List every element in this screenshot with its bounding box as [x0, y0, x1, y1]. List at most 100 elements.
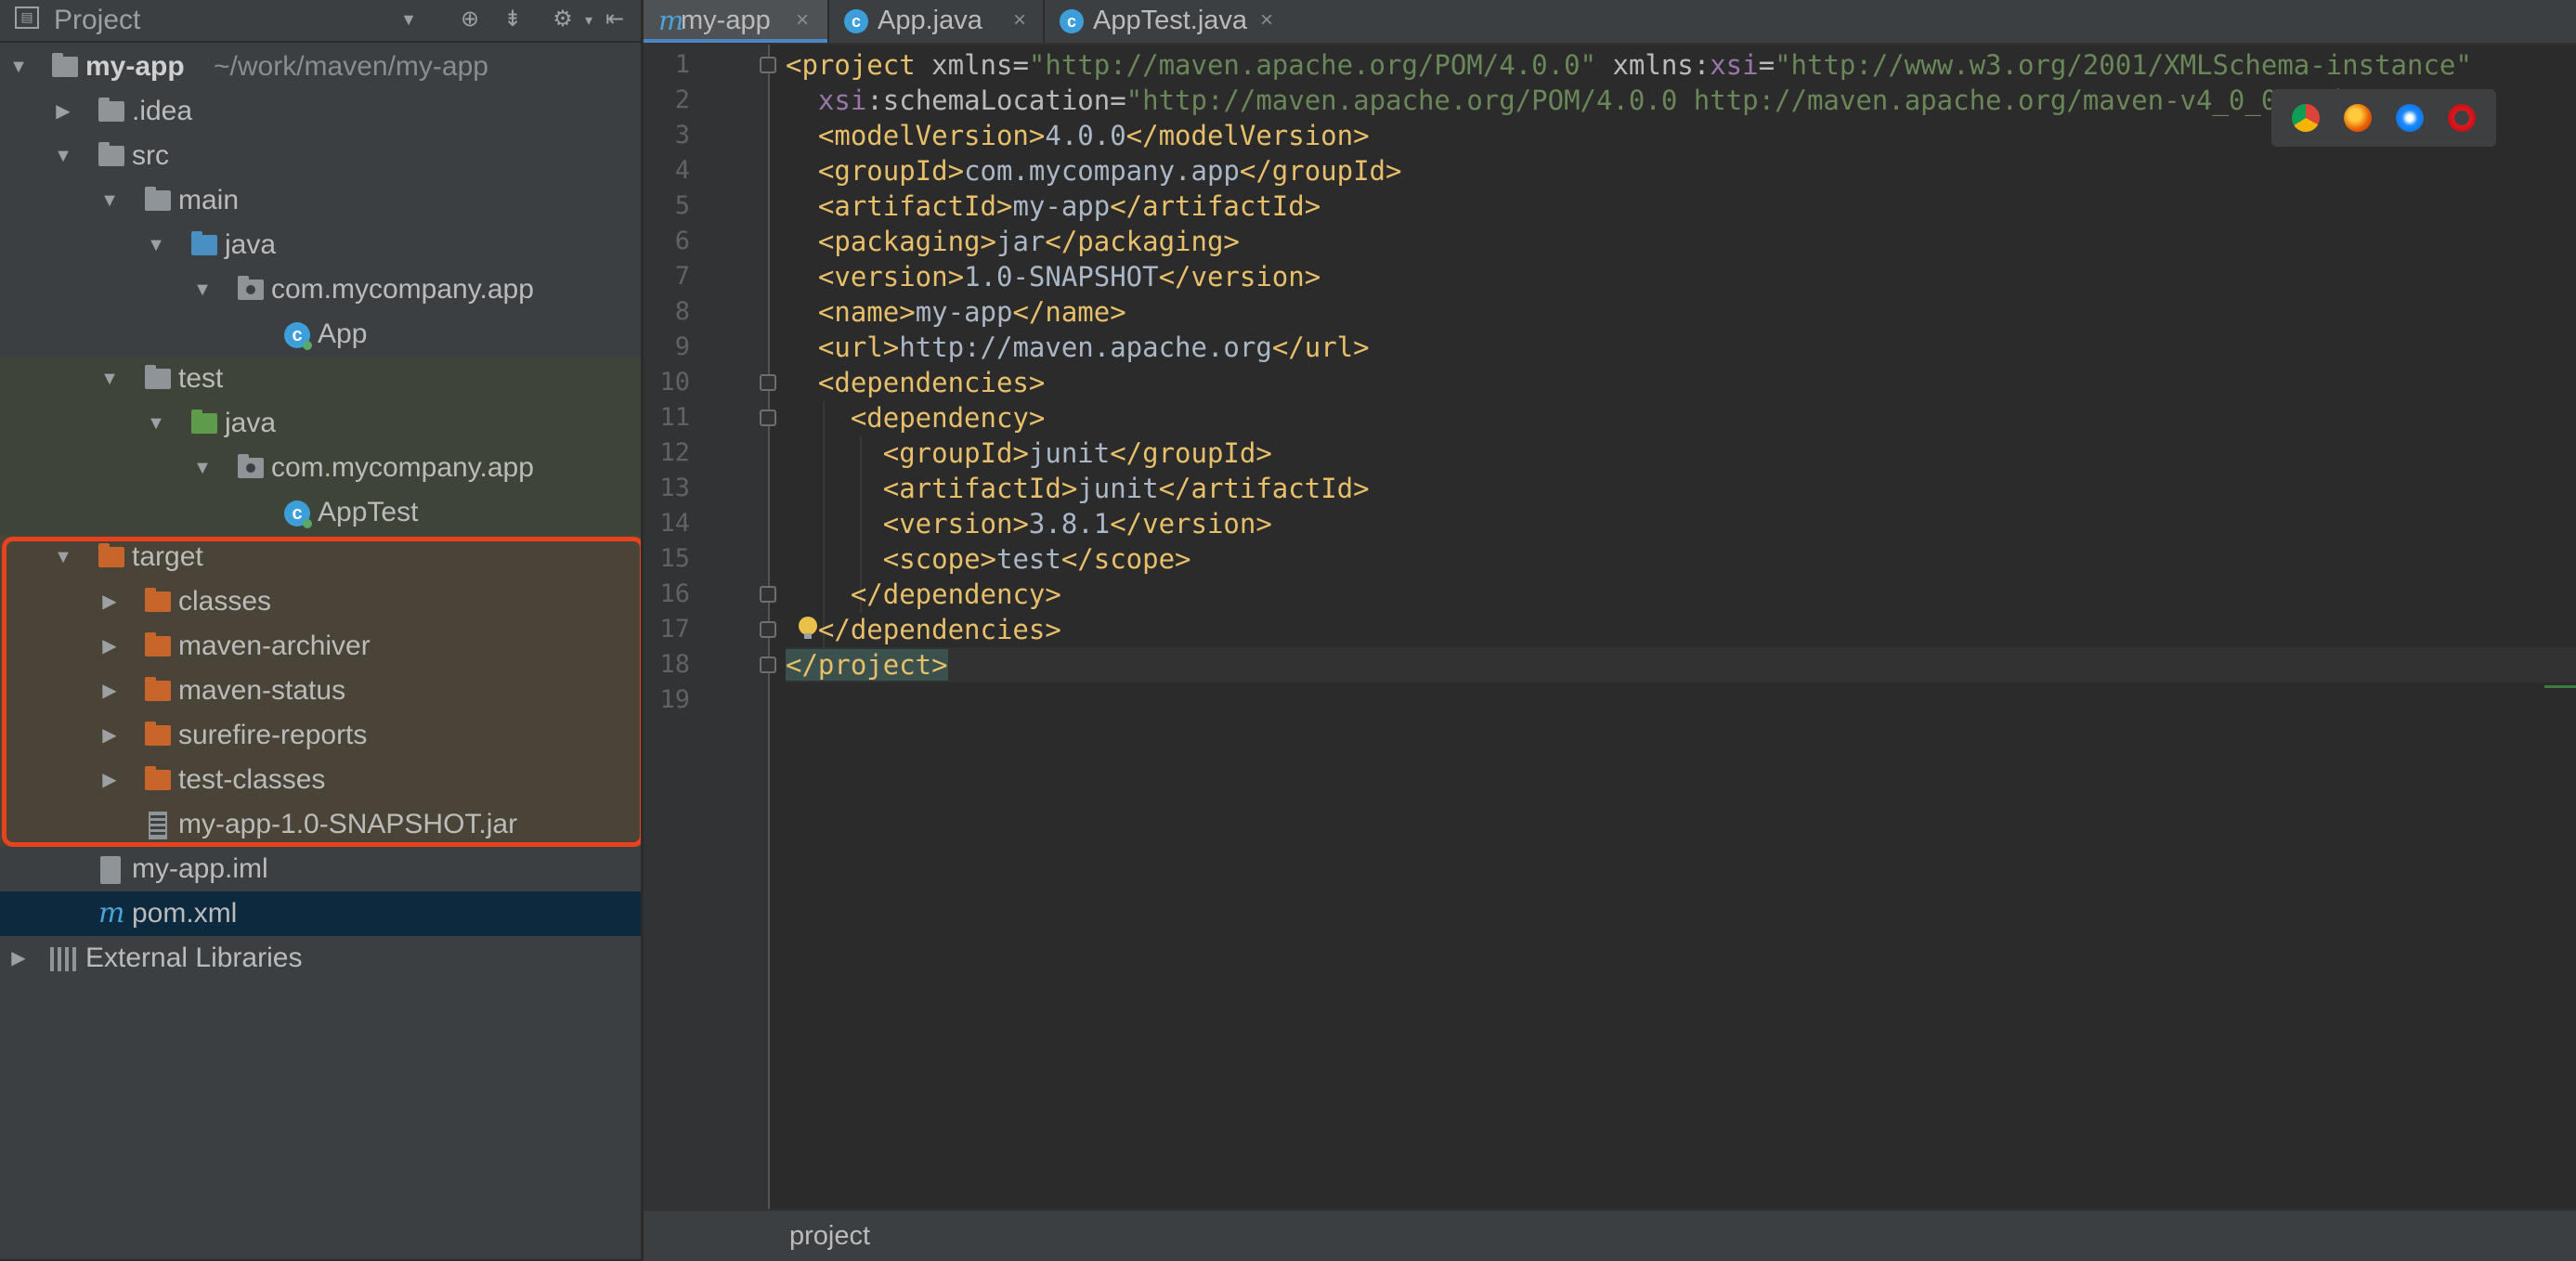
collapsed-arrow-icon[interactable]: ▶	[100, 624, 119, 669]
collapsed-arrow-icon[interactable]: ▶	[54, 89, 72, 134]
code-token: </project>	[786, 649, 948, 681]
code-line-17[interactable]: </dependencies>	[786, 612, 2576, 647]
expanded-arrow-icon[interactable]: ▼	[193, 267, 212, 312]
tab-my-app[interactable]: m my-app ×	[644, 0, 827, 43]
close-icon[interactable]: ×	[1260, 0, 1273, 41]
fold-marker-icon[interactable]	[760, 621, 776, 638]
code-token: </url>	[1271, 332, 1370, 363]
tree-item-app-class[interactable]: c App	[0, 312, 641, 357]
scrollbar-marker[interactable]	[2544, 685, 2576, 688]
lightbulb-icon[interactable]	[799, 617, 817, 639]
tree-item-test-java[interactable]: ▼ java	[0, 401, 641, 446]
code-line-4[interactable]: <groupId>com.mycompany.app</groupId>	[786, 153, 2576, 188]
expanded-arrow-icon[interactable]: ▼	[147, 401, 165, 446]
code-line-10[interactable]: <dependencies>	[786, 365, 2576, 400]
tree-item-label: com.mycompany.app	[271, 274, 534, 305]
code-line-13[interactable]: <artifactId>junit</artifactId>	[786, 471, 2576, 506]
tree-item-main[interactable]: ▼ main	[0, 178, 641, 223]
tree-item-classes[interactable]: ▶ classes	[0, 579, 641, 624]
project-view-title[interactable]: Project	[54, 4, 140, 37]
breadcrumb-item-project[interactable]: project	[789, 1218, 870, 1254]
code-line-5[interactable]: <artifactId>my-app</artifactId>	[786, 188, 2576, 224]
excluded-folder-icon	[145, 632, 171, 656]
code-line-15[interactable]: <scope>test</scope>	[786, 541, 2576, 577]
tree-item-jar[interactable]: my-app-1.0-SNAPSHOT.jar	[0, 802, 641, 847]
code-line-18[interactable]: </project>	[786, 647, 2576, 682]
tree-item-maven-status[interactable]: ▶ maven-status	[0, 669, 641, 713]
tree-item-maven-archiver[interactable]: ▶ maven-archiver	[0, 624, 641, 669]
code-token: xmlns=	[915, 49, 1029, 81]
tree-item-label: my-app-1.0-SNAPSHOT.jar	[178, 809, 518, 839]
fold-marker-icon[interactable]	[760, 374, 776, 391]
collapsed-arrow-icon[interactable]: ▶	[100, 713, 119, 758]
collapsed-arrow-icon[interactable]: ▶	[100, 669, 119, 713]
code-line-8[interactable]: <name>my-app</name>	[786, 294, 2576, 330]
tree-item-label: App	[318, 318, 368, 349]
code-token: </dependencies>	[817, 614, 1061, 645]
tree-item-iml[interactable]: my-app.iml	[0, 847, 641, 891]
collapsed-arrow-icon[interactable]: ▶	[100, 579, 119, 624]
safari-icon[interactable]	[2396, 104, 2424, 132]
package-icon	[238, 454, 264, 478]
expanded-arrow-icon[interactable]: ▼	[147, 223, 165, 267]
hide-icon[interactable]: ⇤	[602, 6, 628, 33]
tree-item-external-libraries[interactable]: ▶ External Libraries	[0, 936, 641, 981]
code-line-16[interactable]: </dependency>	[786, 577, 2576, 612]
expanded-arrow-icon[interactable]: ▼	[100, 178, 119, 223]
tree-item-main-java[interactable]: ▼ java	[0, 223, 641, 267]
tree-item-apptest-class[interactable]: c AppTest	[0, 490, 641, 535]
code-line-12[interactable]: <groupId>junit</groupId>	[786, 436, 2576, 471]
breadcrumb: project	[644, 1209, 2576, 1261]
tree-item-pom[interactable]: m pom.xml	[0, 891, 641, 936]
folder-icon	[98, 98, 124, 122]
close-icon[interactable]: ×	[796, 0, 809, 41]
tree-item-surefire-reports[interactable]: ▶ surefire-reports	[0, 713, 641, 758]
tree-item-test[interactable]: ▼ test	[0, 357, 641, 401]
code-token: junit	[1077, 473, 1159, 504]
tree-item-label: pom.xml	[132, 898, 238, 929]
code-token: <dependency>	[850, 402, 1046, 434]
collapsed-arrow-icon[interactable]: ▶	[9, 936, 28, 981]
tree-item-test-package[interactable]: ▼ com.mycompany.app	[0, 446, 641, 490]
code-line-7[interactable]: <version>1.0-SNAPSHOT</version>	[786, 259, 2576, 294]
tab-app-java[interactable]: c App.java ×	[829, 0, 1043, 43]
fold-marker-icon[interactable]	[760, 586, 776, 603]
tree-item-test-classes[interactable]: ▶ test-classes	[0, 758, 641, 802]
chrome-icon[interactable]	[2292, 104, 2320, 132]
close-icon[interactable]: ×	[1013, 0, 1026, 41]
tree-item-target[interactable]: ▼ target	[0, 535, 641, 579]
project-tool-window: ▤ Project ▼ ⊕ ⇟ ⚙ ▾ ⇤ ▼ my-app ~/work/ma…	[0, 0, 641, 1259]
collapsed-arrow-icon[interactable]: ▶	[100, 758, 119, 802]
code-line-14[interactable]: <version>3.8.1</version>	[786, 506, 2576, 541]
expanded-arrow-icon[interactable]: ▼	[54, 134, 72, 178]
tree-item-main-package[interactable]: ▼ com.mycompany.app	[0, 267, 641, 312]
tree-item-idea[interactable]: ▶ .idea	[0, 89, 641, 134]
code-token: <version>	[817, 261, 965, 292]
code-line-1[interactable]: <project xmlns="http://maven.apache.org/…	[786, 47, 2576, 83]
chevron-down-icon[interactable]: ▾	[576, 7, 602, 35]
firefox-icon[interactable]	[2344, 104, 2372, 132]
project-header: ▤ Project ▼ ⊕ ⇟ ⚙ ▾ ⇤	[0, 0, 641, 43]
code-line-6[interactable]: <packaging>jar</packaging>	[786, 224, 2576, 259]
collapse-all-icon[interactable]: ⇟	[500, 6, 526, 33]
expanded-arrow-icon[interactable]: ▼	[193, 446, 212, 490]
dropdown-icon[interactable]: ▼	[396, 6, 422, 33]
expanded-arrow-icon[interactable]: ▼	[54, 535, 72, 579]
expanded-arrow-icon[interactable]: ▼	[9, 45, 28, 89]
code-line-9[interactable]: <url>http://maven.apache.org</url>	[786, 330, 2576, 365]
opera-icon[interactable]	[2448, 104, 2476, 132]
fold-marker-icon[interactable]	[760, 410, 776, 426]
code-line-19[interactable]	[786, 682, 2576, 718]
gear-icon[interactable]: ⚙	[550, 6, 576, 33]
fold-marker-icon[interactable]	[760, 57, 776, 73]
expanded-arrow-icon[interactable]: ▼	[100, 357, 119, 401]
fold-marker-icon[interactable]	[760, 656, 776, 673]
tree-item-src[interactable]: ▼ src	[0, 134, 641, 178]
tree-item-root[interactable]: ▼ my-app ~/work/maven/my-app	[0, 45, 641, 89]
tab-apptest-java[interactable]: c AppTest.java ×	[1045, 0, 1286, 43]
code-line-11[interactable]: <dependency>	[786, 400, 2576, 436]
code-token: </groupId>	[1110, 437, 1272, 469]
locate-icon[interactable]: ⊕	[457, 6, 483, 33]
code-token: <url>	[817, 332, 900, 363]
project-view-icon[interactable]: ▤	[15, 6, 39, 29]
